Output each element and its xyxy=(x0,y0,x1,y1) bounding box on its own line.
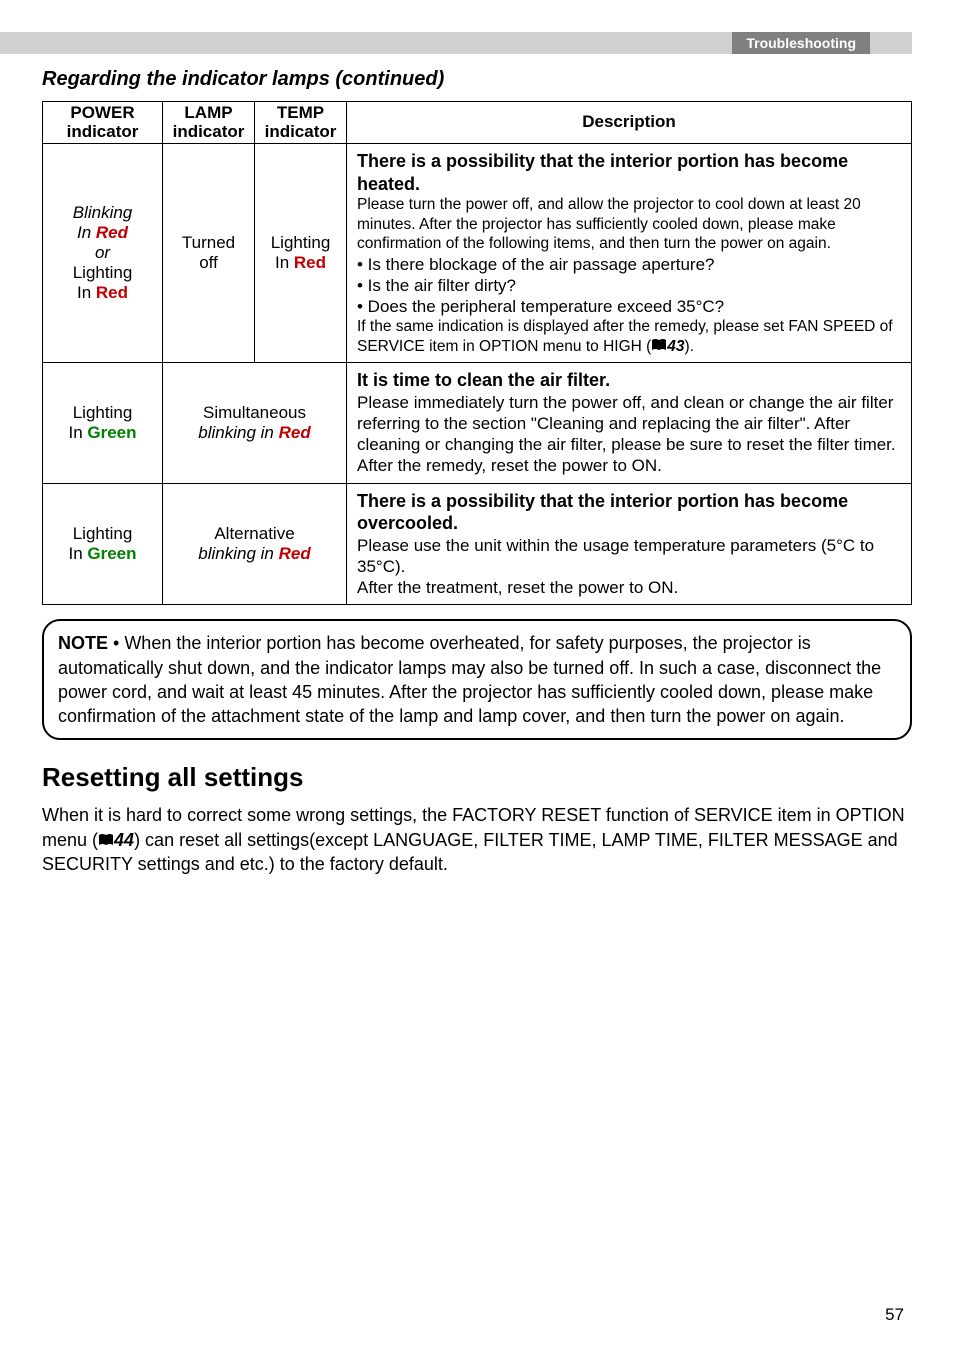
th-lamp-l1: LAMP xyxy=(167,104,250,123)
power-l2: In Green xyxy=(47,544,158,564)
ref-num: 44 xyxy=(114,830,134,850)
book-icon xyxy=(651,339,667,352)
combo-l1: Alternative xyxy=(167,524,342,544)
txt-red: Red xyxy=(294,253,326,272)
txt: In xyxy=(77,223,96,242)
power-l1: Lighting xyxy=(47,524,158,544)
cell-desc: It is time to clean the air filter. Plea… xyxy=(347,363,912,484)
th-power: POWERindicator xyxy=(43,102,163,144)
combo-l2: blinking in Red xyxy=(167,544,342,564)
txt: blinking in xyxy=(198,423,278,442)
desc-p2: After the treatment, reset the power to … xyxy=(357,577,901,598)
txt: If the same indication is displayed afte… xyxy=(357,318,893,354)
txt: In xyxy=(68,423,87,442)
th-desc: Description xyxy=(347,102,912,144)
power-l2: In Red xyxy=(47,223,158,243)
txt-red: Red xyxy=(96,283,128,302)
table-row: Lighting In Green Alternative blinking i… xyxy=(43,483,912,605)
txt: ). xyxy=(685,338,694,355)
desc-p1: Please turn the power off, and allow the… xyxy=(357,195,901,253)
page-number: 57 xyxy=(885,1305,904,1325)
desc-b2: • Is the air filter dirty? xyxy=(357,275,901,296)
desc-head: It is time to clean the air filter. xyxy=(357,369,901,392)
desc-head: There is a possibility that the interior… xyxy=(357,150,901,195)
indicator-table: POWERindicator LAMPindicator TEMPindicat… xyxy=(42,101,912,605)
txt-green: Green xyxy=(87,544,136,563)
table-row: Blinking In Red or Lighting In Red Turne… xyxy=(43,144,912,363)
ref-num: 43 xyxy=(667,338,684,355)
txt: In xyxy=(275,253,294,272)
book-icon xyxy=(98,834,114,847)
th-lamp-l2: indicator xyxy=(167,123,250,142)
desc-p2: If the same indication is displayed afte… xyxy=(357,317,901,356)
th-power-l1: POWER xyxy=(47,104,158,123)
resetting-body: When it is hard to correct some wrong se… xyxy=(42,803,912,876)
th-temp: TEMPindicator xyxy=(255,102,347,144)
section-title: Regarding the indicator lamps (continued… xyxy=(42,68,912,91)
note-text: • When the interior portion has become o… xyxy=(58,633,881,726)
temp-l1: Lighting xyxy=(259,233,342,253)
txt: In xyxy=(77,283,96,302)
txt-red: Red xyxy=(96,223,128,242)
cell-lamptemp: Alternative blinking in Red xyxy=(163,483,347,605)
txt: In xyxy=(68,544,87,563)
desc-head: There is a possibility that the interior… xyxy=(357,490,901,535)
th-power-l2: indicator xyxy=(47,123,158,142)
desc-p1: Please use the unit within the usage tem… xyxy=(357,535,901,578)
header-bar: Troubleshooting xyxy=(0,32,912,54)
cell-temp: Lighting In Red xyxy=(255,144,347,363)
cell-power: Blinking In Red or Lighting In Red xyxy=(43,144,163,363)
cell-power: Lighting In Green xyxy=(43,363,163,484)
th-lamp: LAMPindicator xyxy=(163,102,255,144)
cell-lamp: Turned off xyxy=(163,144,255,363)
note-box: NOTE • When the interior portion has bec… xyxy=(42,619,912,740)
txt: ) can reset all settings(except LANGUAGE… xyxy=(42,830,898,874)
temp-l2: In Red xyxy=(259,253,342,273)
power-l3: or xyxy=(47,243,158,263)
txt-green: Green xyxy=(87,423,136,442)
resetting-heading: Resetting all settings xyxy=(42,762,912,793)
note-label: NOTE xyxy=(58,633,108,653)
power-l1: Blinking xyxy=(47,203,158,223)
txt-red: Red xyxy=(279,544,311,563)
txt: blinking in xyxy=(198,544,278,563)
th-temp-l2: indicator xyxy=(259,123,342,142)
cell-desc: There is a possibility that the interior… xyxy=(347,144,912,363)
table-row: Lighting In Green Simultaneous blinking … xyxy=(43,363,912,484)
txt-red: Red xyxy=(279,423,311,442)
desc-b1: • Is there blockage of the air passage a… xyxy=(357,254,901,275)
combo-l2: blinking in Red xyxy=(167,423,342,443)
desc-b3: • Does the peripheral temperature exceed… xyxy=(357,296,901,317)
cell-power: Lighting In Green xyxy=(43,483,163,605)
section-tab: Troubleshooting xyxy=(732,32,870,54)
desc-p: Please immediately turn the power off, a… xyxy=(357,392,901,477)
lamp-l2: off xyxy=(167,253,250,273)
power-l2: In Green xyxy=(47,423,158,443)
lamp-l1: Turned xyxy=(167,233,250,253)
th-temp-l1: TEMP xyxy=(259,104,342,123)
power-l5: In Red xyxy=(47,283,158,303)
cell-desc: There is a possibility that the interior… xyxy=(347,483,912,605)
cell-lamptemp: Simultaneous blinking in Red xyxy=(163,363,347,484)
power-l1: Lighting xyxy=(47,403,158,423)
combo-l1: Simultaneous xyxy=(167,403,342,423)
power-l4: Lighting xyxy=(47,263,158,283)
